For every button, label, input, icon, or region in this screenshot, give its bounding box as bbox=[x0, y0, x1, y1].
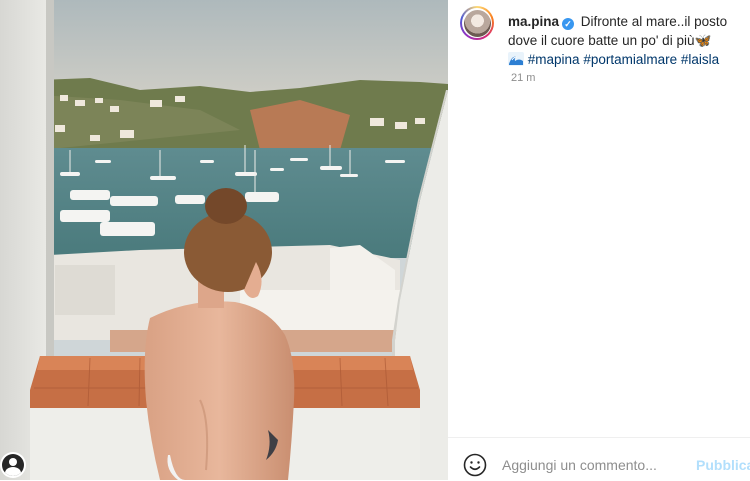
emoji-smiley-icon[interactable] bbox=[463, 453, 487, 477]
caption-row: ma.pina ✓ Difronte al mare..il posto dove… bbox=[460, 6, 744, 69]
photo-scene bbox=[0, 0, 448, 480]
post-side-panel: ma.pina ✓ Difronte al mare..il posto dove… bbox=[448, 0, 750, 480]
username-link[interactable]: ma.pina bbox=[508, 14, 559, 29]
post-timestamp[interactable]: 21 m bbox=[511, 72, 535, 84]
caption-line-1: Difronte al mare..il posto bbox=[580, 14, 728, 29]
hashtag-link[interactable]: #laisla bbox=[681, 52, 719, 67]
avatar[interactable] bbox=[460, 6, 494, 40]
hashtag-link[interactable]: #mapina bbox=[528, 52, 580, 67]
verified-badge-icon: ✓ bbox=[562, 18, 575, 30]
caption-line-2: dove il cuore batte un po' di più bbox=[508, 33, 695, 48]
hashtag-link[interactable]: #portamialmare bbox=[583, 52, 677, 67]
butterfly-emoji: 🦋 bbox=[694, 33, 712, 48]
wave-emoji-icon bbox=[508, 52, 524, 66]
comment-input[interactable] bbox=[502, 454, 682, 476]
caption: ma.pina ✓ Difronte al mare..il posto dove… bbox=[508, 12, 727, 69]
publish-button[interactable]: Pubblica bbox=[696, 457, 750, 473]
tag-people-button[interactable] bbox=[0, 452, 26, 478]
post-photo[interactable] bbox=[0, 0, 448, 480]
user-tag-icon bbox=[2, 454, 24, 476]
comment-bar: Pubblica bbox=[448, 437, 750, 481]
